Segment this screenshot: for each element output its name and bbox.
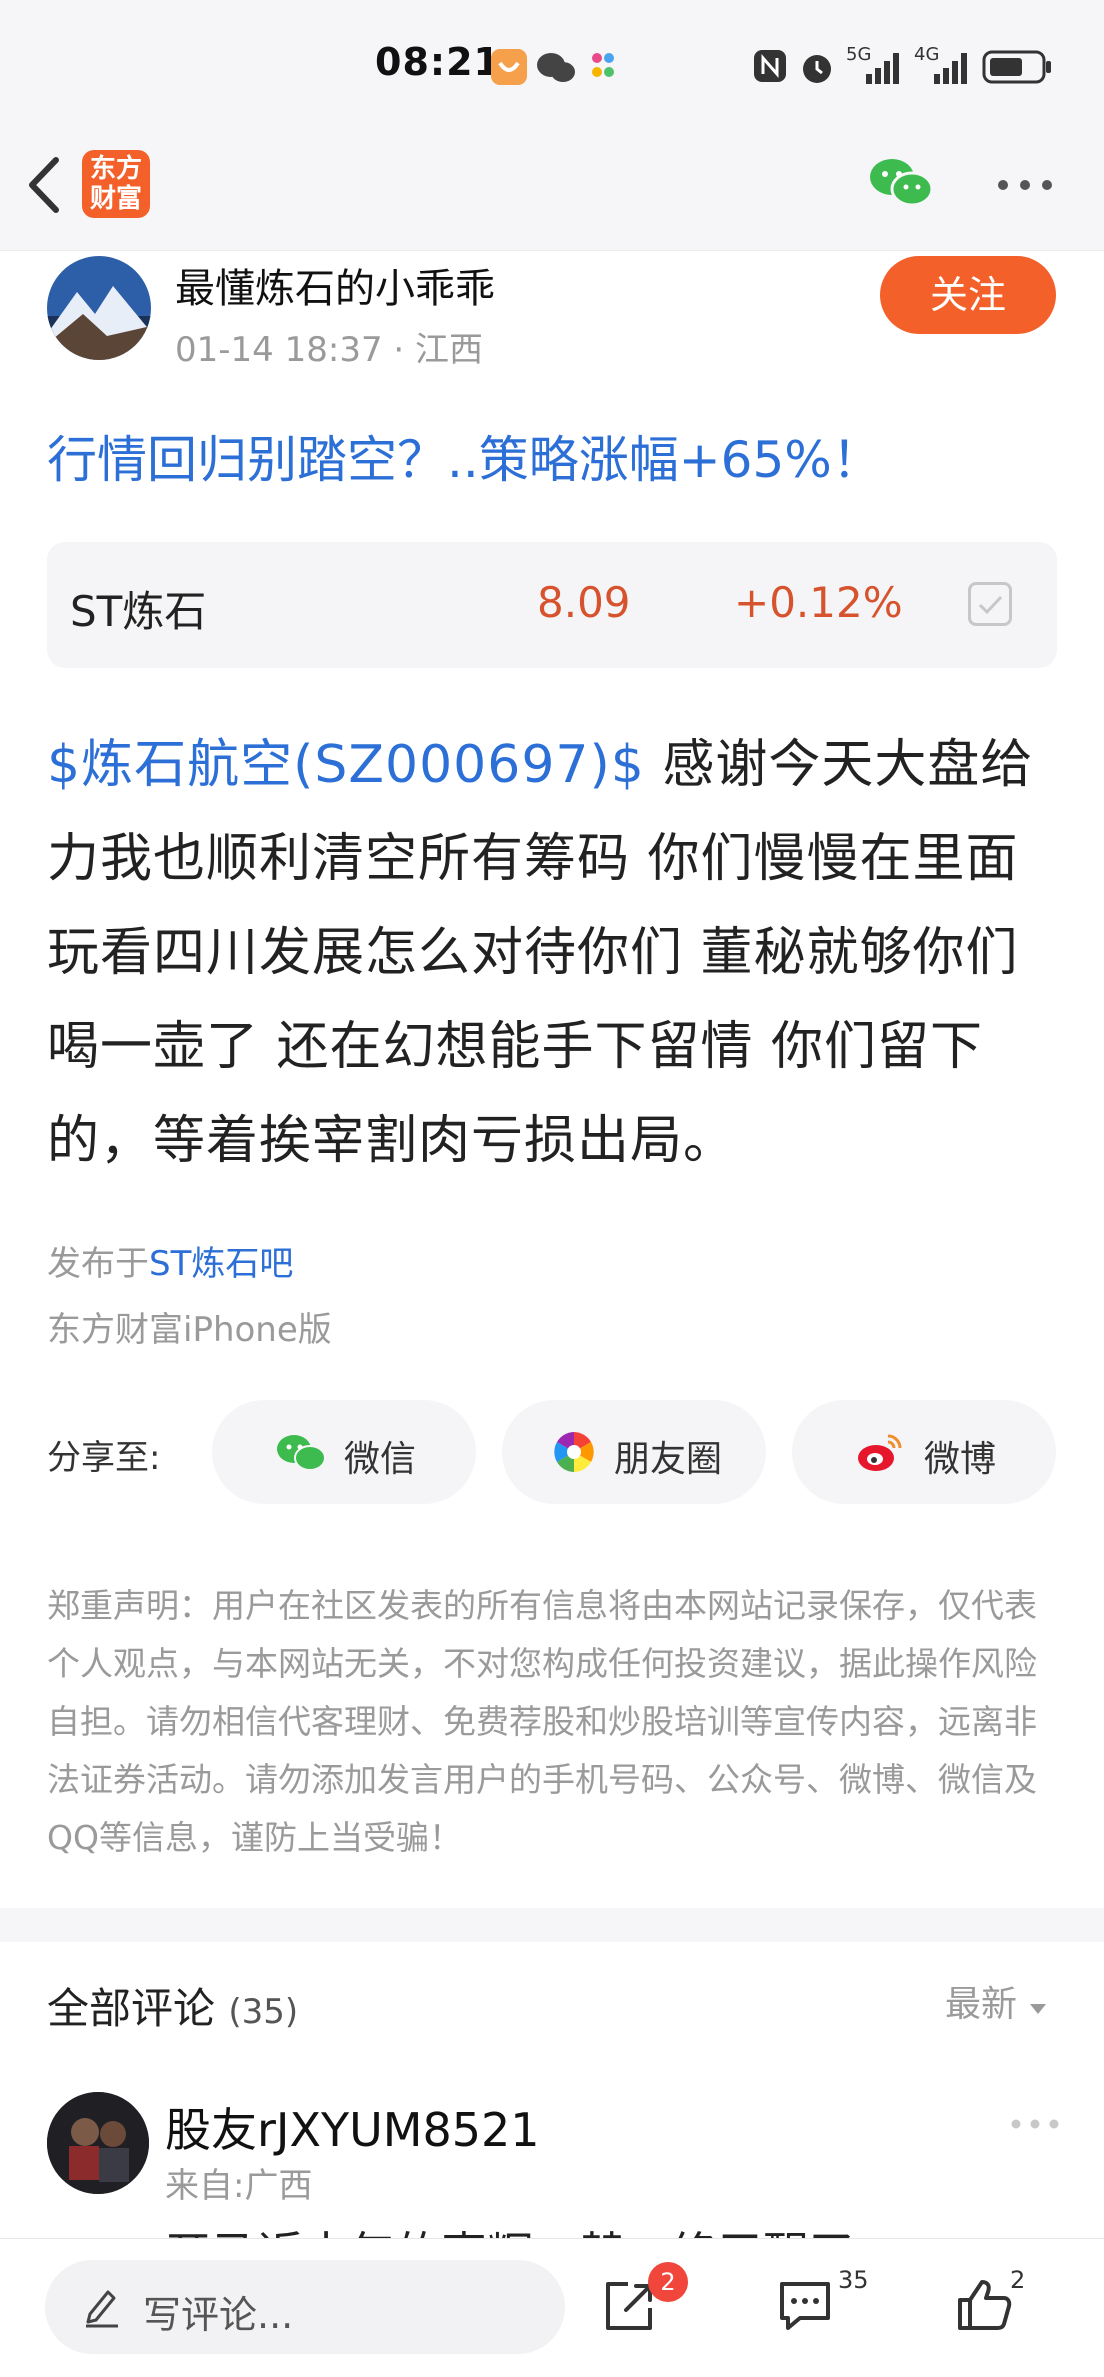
disclaimer: 郑重声明：用户在社区发表的所有信息将由本网站记录保存，仅代表个人观点，与本网站无… [47, 1586, 1037, 1857]
app-notification-icon [491, 49, 527, 85]
commenter-avatar[interactable] [47, 2092, 149, 2194]
share-wechat-label: 微信 [344, 1439, 417, 1480]
comment-more-icon[interactable] [1010, 2118, 1060, 2130]
wechat-share-icon[interactable] [868, 155, 934, 211]
stock-name: ST炼石 [70, 587, 207, 636]
signal-5g-icon [866, 53, 899, 84]
comment-input[interactable] [45, 2260, 565, 2354]
logo-line-2: 财富 [89, 184, 142, 214]
client-source: 东方财富iPhone版 [47, 1310, 332, 1350]
published-in: 发布于ST炼石吧 [47, 1236, 293, 1285]
share-wechat-button[interactable]: 微信 [212, 1400, 476, 1504]
sort-dropdown[interactable]: 最新 [945, 1975, 1048, 2027]
stock-tag-link[interactable]: $炼石航空(SZ000697)$ [47, 735, 645, 795]
commenter-location: 来自:广西 [165, 2166, 313, 2206]
wechat-status-icon [537, 53, 575, 82]
thumbs-up-icon[interactable] [954, 2276, 1014, 2334]
stock-change: +0.12% [734, 578, 903, 627]
share-label: 分享至: [47, 1438, 161, 1478]
alarm-icon [803, 55, 831, 83]
pen-icon [86, 2290, 118, 2328]
status-time: 08:21 [375, 40, 501, 84]
published-prefix: 发布于 [47, 1244, 149, 1284]
stock-checkbox[interactable] [968, 582, 1012, 626]
comments-count: (35) [228, 1992, 299, 2032]
chevron-down-icon [1030, 2004, 1047, 2014]
comment-placeholder[interactable]: 写评论... [143, 2284, 293, 2339]
back-arrow-icon[interactable] [22, 150, 66, 220]
wechat-icon [277, 1435, 326, 1471]
author-name[interactable]: 最懂炼石的小乖乖 [175, 256, 495, 314]
logo-line-1: 东方 [89, 154, 142, 184]
more-options-icon[interactable] [996, 178, 1054, 192]
app-status-icon [592, 53, 614, 77]
sort-label: 最新 [945, 1984, 1018, 2025]
post-text: 感谢今天大盘给力我也顺利清空所有筹码 你们慢慢在里面玩看四川发展怎么对待你们 董… [47, 735, 1034, 1171]
commenter-name[interactable]: 股友rJXYUM8521 [165, 2094, 540, 2160]
author-avatar[interactable] [47, 256, 151, 360]
weibo-icon [858, 1434, 902, 1471]
comment-icon[interactable] [776, 2278, 834, 2334]
stock-price: 8.09 [537, 578, 631, 627]
comment-count: 35 [838, 2266, 869, 2294]
promo-headline-link[interactable]: 行情回归别踏空？..策略涨幅+65%！ [47, 420, 882, 492]
moments-icon [554, 1432, 594, 1472]
battery-icon [982, 50, 1051, 84]
nfc-icon [754, 50, 786, 82]
share-moments-button[interactable]: 朋友圈 [502, 1400, 766, 1504]
nav-bar [0, 130, 1104, 251]
eastmoney-logo: 东方 财富 [82, 150, 150, 218]
follow-button[interactable]: 关注 [880, 256, 1056, 334]
comments-title-text: 全部评论 [47, 1984, 216, 2033]
like-count: 2 [1010, 2266, 1026, 2294]
signal-4g-icon [934, 53, 967, 84]
post-meta: 01-14 18:37 · 江西 [175, 330, 484, 370]
share-weibo-button[interactable]: 微博 [792, 1400, 1056, 1504]
share-weibo-label: 微博 [924, 1439, 997, 1480]
post-body: $炼石航空(SZ000697)$ 感谢今天大盘给力我也顺利清空所有筹码 你们慢慢… [47, 718, 1067, 1188]
share-moments-label: 朋友圈 [614, 1439, 723, 1480]
forum-link[interactable]: ST炼石吧 [149, 1244, 293, 1284]
check-icon [978, 595, 1003, 615]
section-divider [0, 1908, 1104, 1942]
share-badge: 2 [648, 2262, 688, 2302]
comments-title: 全部评论 (35) [47, 1975, 298, 2036]
